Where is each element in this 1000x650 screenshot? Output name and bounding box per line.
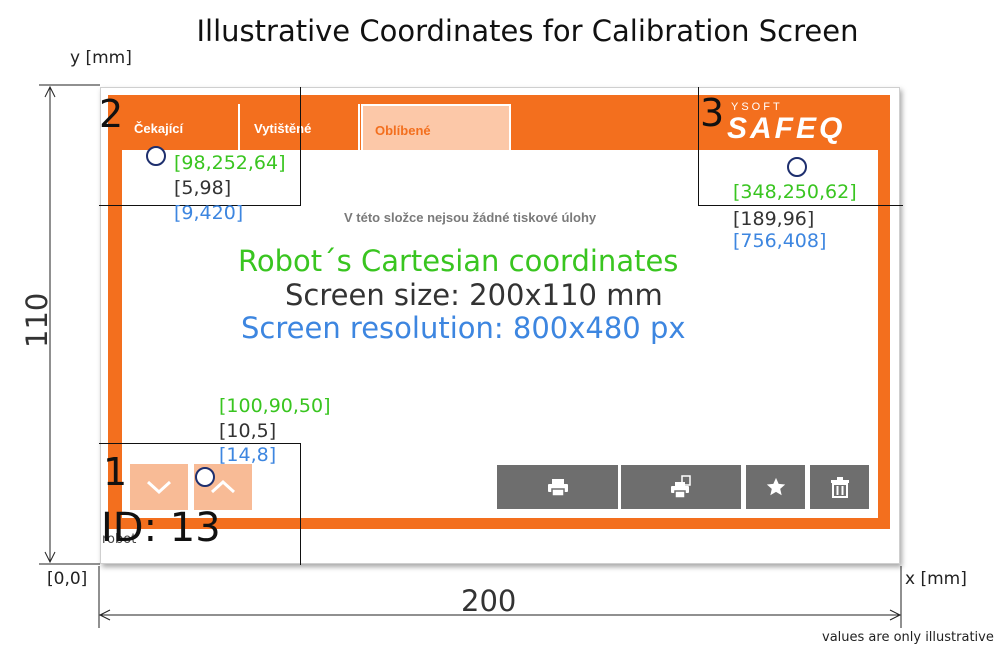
point-1-px-coords: [14,8] — [219, 444, 277, 466]
tab-favorites[interactable]: Oblíbené — [361, 104, 511, 150]
favorite-button[interactable] — [746, 465, 805, 509]
point-1-number: 1 — [103, 450, 128, 494]
point-3-px-coords: [756,408] — [733, 230, 827, 252]
point-3-mm-coords: [189,96] — [733, 208, 815, 230]
calibration-point-2[interactable] — [146, 146, 166, 166]
robot-coordinates-headline: Robot´s Cartesian coordinates — [238, 244, 679, 278]
screen-resolution-headline: Screen resolution: 800x480 px — [241, 311, 686, 345]
trash-icon — [830, 477, 849, 498]
point-2-number: 2 — [99, 92, 124, 136]
empty-folder-message: V této složce nejsou žádné tiskové úlohy — [344, 210, 597, 225]
print-copies-icon — [671, 475, 691, 499]
point-1-mm-coords: [10,5] — [219, 420, 277, 442]
star-icon — [766, 477, 785, 496]
point-2-mm-coords: [5,98] — [174, 177, 232, 199]
point-2-robot-coords: [98,252,64] — [174, 152, 286, 174]
print-button[interactable] — [497, 465, 618, 509]
calibration-point-1[interactable] — [195, 467, 215, 487]
point-3-number: 3 — [700, 91, 725, 135]
print-copies-button[interactable] — [621, 465, 741, 509]
point-3-robot-coords: [348,250,62] — [733, 181, 857, 203]
calibration-point-3[interactable] — [787, 157, 807, 177]
point-1-robot-coords: [100,90,50] — [219, 395, 331, 417]
printer-icon — [547, 479, 568, 497]
delete-button[interactable] — [810, 465, 869, 509]
point-2-px-coords: [9,420] — [174, 202, 244, 224]
marker-id: ID: 13 — [101, 505, 221, 551]
screen-size-headline: Screen size: 200x110 mm — [285, 278, 663, 312]
